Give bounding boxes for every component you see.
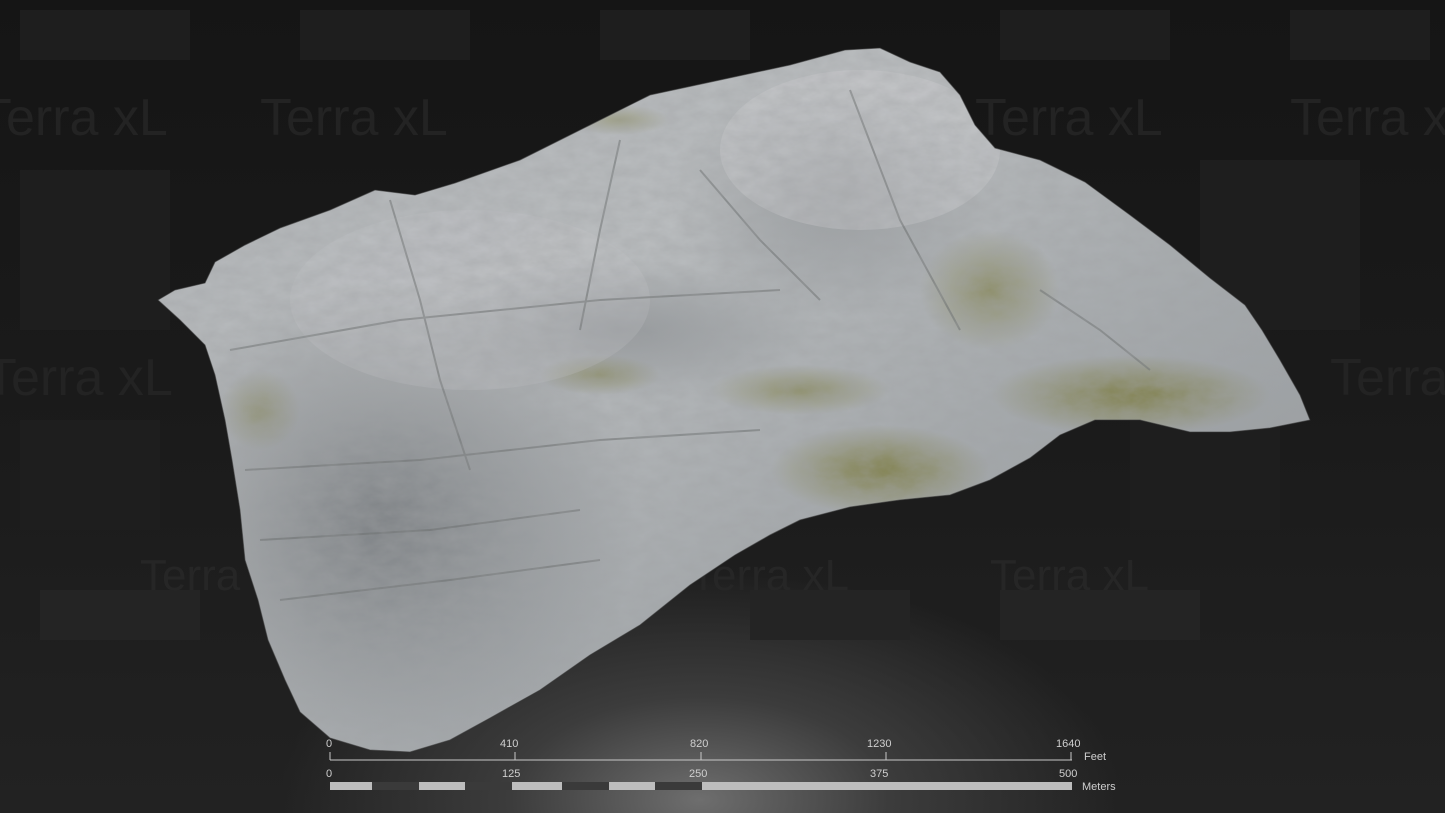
terrain-model[interactable] <box>0 0 1445 813</box>
map-viewport[interactable]: Terra xL Terra xL Terra xL Terra xL Terr… <box>0 0 1445 813</box>
